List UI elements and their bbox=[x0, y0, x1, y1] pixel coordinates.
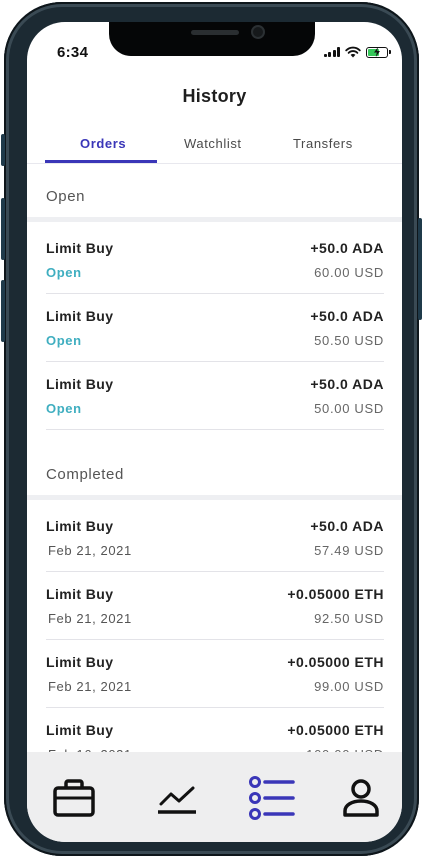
nav-markets[interactable] bbox=[153, 774, 201, 822]
tab-orders[interactable]: Orders bbox=[80, 136, 126, 151]
order-type: Limit Buy bbox=[46, 586, 114, 602]
user-icon bbox=[343, 779, 379, 817]
section-divider bbox=[27, 495, 402, 500]
order-date: Feb 21, 2021 bbox=[48, 679, 132, 694]
order-price: 99.00 USD bbox=[314, 679, 384, 694]
order-row[interactable]: Limit Buy Feb 21, 2021 +50.0 ADA 57.49 U… bbox=[46, 504, 384, 572]
order-type: Limit Buy bbox=[46, 654, 114, 670]
volume-down-button bbox=[1, 280, 5, 342]
nav-portfolio[interactable] bbox=[50, 774, 98, 822]
order-amount: +50.0 ADA bbox=[310, 376, 384, 392]
status-icons bbox=[323, 46, 391, 58]
order-date: Feb 21, 2021 bbox=[48, 543, 132, 558]
power-button bbox=[418, 218, 422, 320]
section-divider bbox=[27, 217, 402, 222]
order-row[interactable]: Limit Buy Open +50.0 ADA 60.00 USD bbox=[46, 226, 384, 294]
order-amount: +50.0 ADA bbox=[310, 240, 384, 256]
order-row[interactable]: Limit Buy Open +50.0 ADA 50.50 USD bbox=[46, 294, 384, 362]
briefcase-icon bbox=[53, 779, 95, 817]
status-time: 6:34 bbox=[57, 44, 89, 61]
notch bbox=[109, 22, 315, 56]
app-screen: 6:34 History Orders Watchlist Transfers bbox=[27, 22, 402, 842]
order-price: 50.50 USD bbox=[314, 333, 384, 348]
order-type: Limit Buy bbox=[46, 240, 114, 256]
wifi-icon bbox=[345, 46, 361, 58]
volume-up-button bbox=[1, 198, 5, 260]
order-price: 92.50 USD bbox=[314, 611, 384, 626]
chart-line-icon bbox=[158, 786, 196, 814]
order-price: 60.00 USD bbox=[314, 265, 384, 280]
order-status: Open bbox=[46, 401, 82, 416]
tab-transfers[interactable]: Transfers bbox=[293, 136, 353, 151]
mute-switch bbox=[1, 134, 5, 166]
order-price: 57.49 USD bbox=[314, 543, 384, 558]
order-amount: +50.0 ADA bbox=[310, 308, 384, 324]
order-type: Limit Buy bbox=[46, 518, 114, 534]
order-type: Limit Buy bbox=[46, 722, 114, 738]
battery-icon bbox=[366, 46, 391, 58]
order-amount: +0.05000 ETH bbox=[287, 722, 384, 738]
section-title: Open bbox=[46, 188, 86, 205]
active-tab-indicator bbox=[45, 160, 157, 163]
order-price: 50.00 USD bbox=[314, 401, 384, 416]
order-type: Limit Buy bbox=[46, 376, 114, 392]
order-amount: +0.05000 ETH bbox=[287, 586, 384, 602]
order-row[interactable]: Limit Buy Open +50.0 ADA 50.00 USD bbox=[46, 362, 384, 430]
order-row[interactable]: Limit Buy Feb 21, 2021 +0.05000 ETH 92.5… bbox=[46, 572, 384, 640]
order-status: Open bbox=[46, 265, 82, 280]
section-title: Completed bbox=[46, 466, 124, 483]
order-type: Limit Buy bbox=[46, 308, 114, 324]
nav-history[interactable] bbox=[248, 774, 296, 822]
page-title: History bbox=[182, 86, 247, 106]
history-tabs: Orders Watchlist Transfers bbox=[27, 130, 402, 164]
speaker-grille bbox=[191, 30, 239, 35]
section-header-completed: Completed bbox=[27, 450, 402, 500]
bottom-navigation bbox=[27, 752, 402, 842]
tab-watchlist[interactable]: Watchlist bbox=[184, 136, 242, 151]
charging-bolt-icon bbox=[374, 46, 380, 57]
order-amount: +50.0 ADA bbox=[310, 518, 384, 534]
order-row[interactable]: Limit Buy Feb 21, 2021 +0.05000 ETH 99.0… bbox=[46, 640, 384, 708]
nav-profile[interactable] bbox=[337, 774, 385, 822]
cellular-signal-icon bbox=[323, 47, 340, 57]
front-camera bbox=[251, 25, 265, 39]
order-date: Feb 21, 2021 bbox=[48, 611, 132, 626]
order-amount: +0.05000 ETH bbox=[287, 654, 384, 670]
section-header-open: Open bbox=[27, 172, 402, 222]
list-icon bbox=[249, 776, 295, 820]
phone-frame: 6:34 History Orders Watchlist Transfers bbox=[1, 2, 422, 856]
order-status: Open bbox=[46, 333, 82, 348]
